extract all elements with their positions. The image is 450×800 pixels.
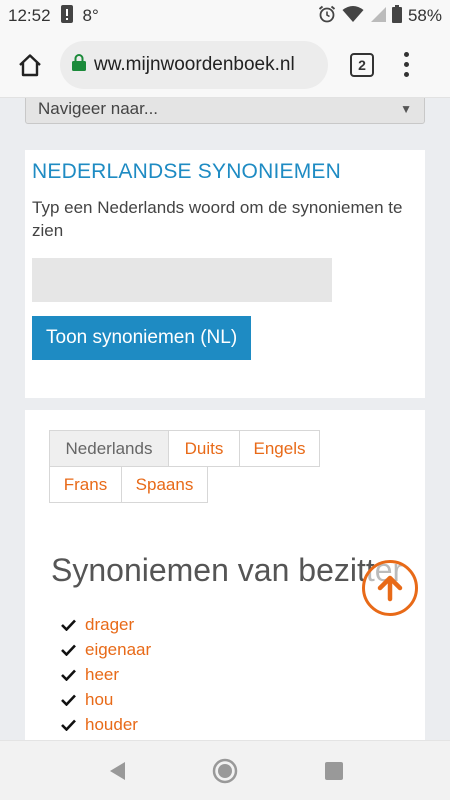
- synonym-link[interactable]: heer: [85, 665, 119, 685]
- check-icon: [61, 619, 85, 631]
- tab-nederlands[interactable]: Nederlands: [49, 430, 169, 467]
- list-item: drager: [61, 612, 151, 637]
- url-text: ww.mijnwoordenboek.nl: [94, 53, 295, 75]
- show-synonyms-button[interactable]: Toon synoniemen (NL): [32, 316, 252, 360]
- tab-frans[interactable]: Frans: [49, 466, 122, 503]
- system-nav-bar: [0, 740, 450, 800]
- list-item: hou: [61, 687, 151, 712]
- wifi-icon: [342, 5, 364, 28]
- list-item: houder: [61, 712, 151, 737]
- battery-percent: 58%: [407, 6, 442, 25]
- recents-icon[interactable]: [322, 759, 346, 783]
- status-bar: 12:52 8° 58%: [0, 0, 450, 32]
- url-bar[interactable]: ww.mijnwoordenboek.nl: [60, 40, 328, 89]
- page-content: Navigeer naar... ▼ NEDERLANDSE SYNONIEME…: [0, 98, 450, 740]
- more-vert-icon[interactable]: [394, 45, 418, 85]
- home-circle-icon[interactable]: [212, 758, 238, 784]
- synonym-list: drager eigenaar heer hou houder: [61, 612, 151, 737]
- synonym-search-title: NEDERLANDSE SYNONIEMEN: [32, 160, 341, 183]
- status-temperature: 8°: [82, 6, 99, 25]
- tab-duits[interactable]: Duits: [168, 430, 240, 467]
- synonym-link[interactable]: houder: [85, 715, 138, 735]
- check-icon: [61, 669, 85, 681]
- results-heading: Synoniemen van bezitter: [51, 552, 404, 588]
- browser-toolbar: ww.mijnwoordenboek.nl 2: [0, 32, 450, 98]
- arrow-up-icon[interactable]: [362, 560, 418, 616]
- signal-icon: [370, 5, 386, 28]
- check-icon: [61, 694, 85, 706]
- list-item: heer: [61, 662, 151, 687]
- navigate-select-label: Navigeer naar...: [38, 99, 159, 118]
- list-item: eigenaar: [61, 637, 151, 662]
- home-icon[interactable]: [10, 45, 50, 85]
- tab-spaans[interactable]: Spaans: [121, 466, 208, 503]
- synonym-link[interactable]: eigenaar: [85, 640, 151, 660]
- battery-icon: [391, 4, 402, 28]
- tab-engels[interactable]: Engels: [239, 430, 320, 467]
- word-input[interactable]: [32, 258, 332, 302]
- alert-icon: [60, 4, 73, 28]
- dropdown-arrow-icon: ▼: [400, 102, 412, 116]
- check-icon: [61, 719, 85, 731]
- back-icon[interactable]: [105, 759, 129, 783]
- synonym-link[interactable]: drager: [85, 615, 134, 635]
- status-time: 12:52: [8, 6, 51, 25]
- synonym-search-card: NEDERLANDSE SYNONIEMEN Typ een Nederland…: [25, 150, 425, 398]
- synonym-search-description: Typ een Nederlands woord om de synonieme…: [32, 198, 403, 240]
- check-icon: [61, 644, 85, 656]
- navigate-select[interactable]: Navigeer naar... ▼: [25, 98, 425, 124]
- synonym-link[interactable]: hou: [85, 690, 113, 710]
- tab-switcher-button[interactable]: 2: [350, 52, 374, 77]
- alarm-icon: [318, 5, 336, 28]
- lock-icon: [72, 53, 86, 76]
